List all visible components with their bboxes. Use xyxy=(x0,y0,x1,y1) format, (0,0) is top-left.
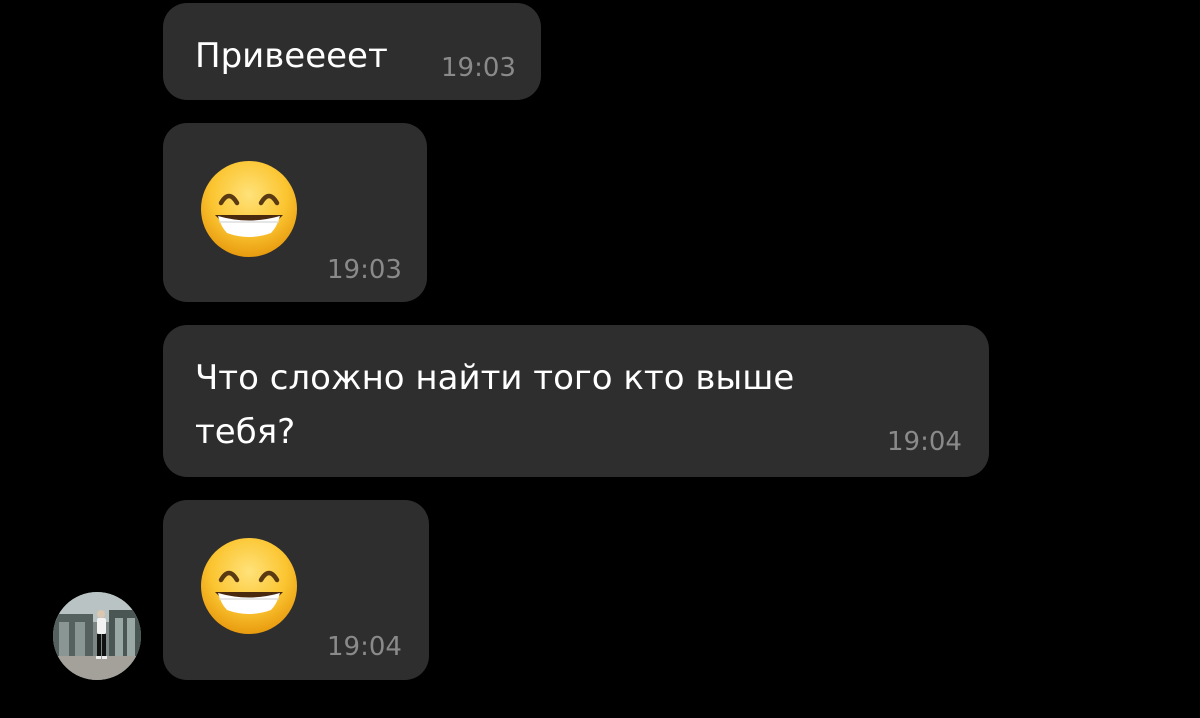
message-bubble[interactable]: Что сложно найти того кто выше тебя? 19:… xyxy=(163,325,989,477)
grinning-face-emoji-icon xyxy=(201,161,297,257)
message-text: Привеееет xyxy=(195,36,388,76)
message-time: 19:03 xyxy=(327,255,402,285)
message-time: 19:04 xyxy=(327,632,402,662)
avatar[interactable] xyxy=(53,592,141,680)
grinning-face-emoji-icon xyxy=(201,538,297,634)
message-time: 19:04 xyxy=(887,427,962,457)
message-bubble[interactable]: Привеееет 19:03 xyxy=(163,3,541,100)
chat-history: Привеееет 19:03 19:03 Что сложно найти т… xyxy=(0,0,1200,718)
message-text-line-2: тебя? xyxy=(195,412,296,452)
message-time: 19:03 xyxy=(441,53,516,83)
message-bubble[interactable]: 19:03 xyxy=(163,123,427,302)
message-bubble[interactable]: 19:04 xyxy=(163,500,429,680)
message-text-line-1: Что сложно найти того кто выше xyxy=(195,358,795,398)
avatar-photo-icon xyxy=(53,592,141,680)
